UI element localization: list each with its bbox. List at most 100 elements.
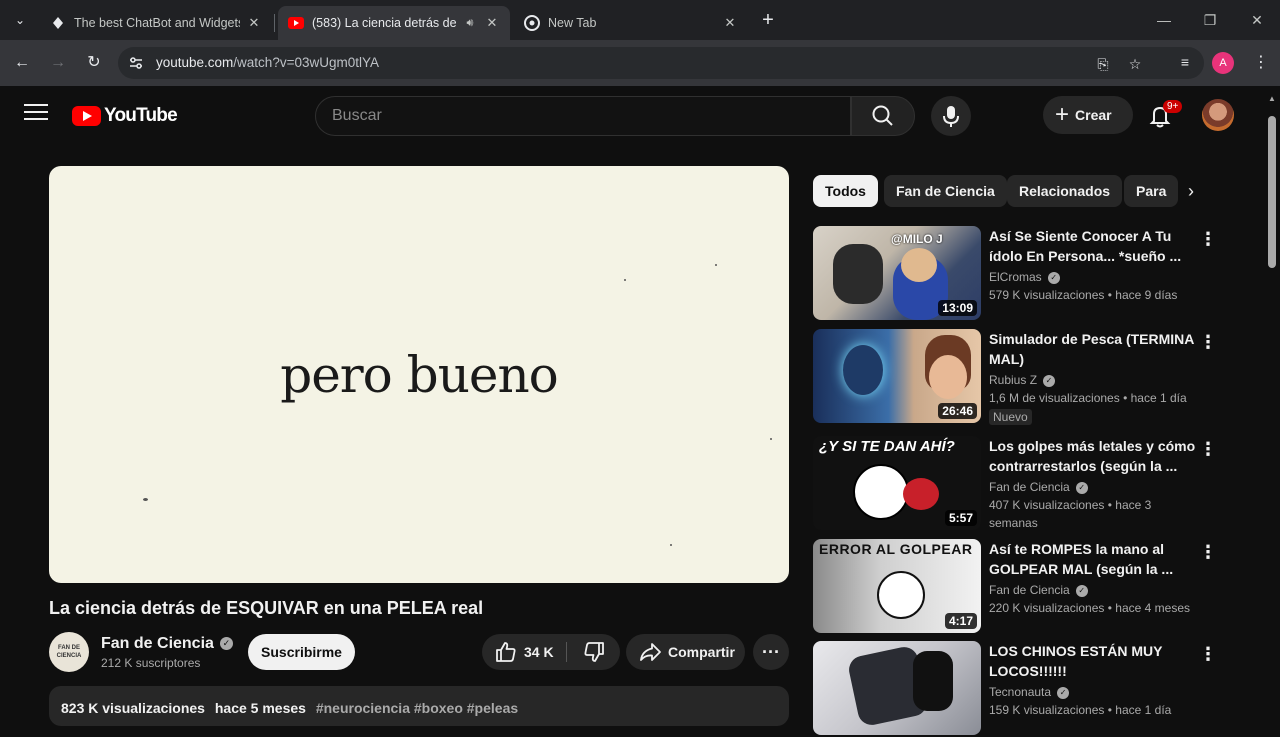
verified-check-icon: ✓	[1043, 374, 1056, 387]
frame-speck	[143, 498, 148, 501]
channel-text: Fan de Ciencia	[989, 583, 1070, 597]
recommendation-title[interactable]: LOS CHINOS ESTÁN MUY LOCOS!!!!!!	[989, 641, 1197, 681]
tab-close-icon[interactable]: ✕	[722, 15, 738, 31]
channel-name[interactable]: Fan de Ciencia ✓	[101, 635, 233, 653]
browser-tab[interactable]: New Tab ✕	[514, 6, 748, 40]
reload-icon[interactable]: ↻	[82, 51, 106, 75]
user-avatar[interactable]	[1202, 99, 1234, 131]
restore-icon[interactable]: ❐	[1198, 8, 1222, 32]
recommendation-item[interactable]: ERROR AL GOLPEAR 4:17 Así te ROMPES la m…	[813, 539, 1218, 635]
hashtags[interactable]: #neurociencia #boxeo #peleas	[316, 700, 518, 716]
recommendation-title[interactable]: Así Se Siente Conocer A Tu ídolo En Pers…	[989, 226, 1197, 266]
video-thumbnail[interactable]: ¿Y SI TE DAN AHÍ? 5:57	[813, 436, 981, 530]
chip-para[interactable]: Para	[1124, 175, 1179, 207]
tab-title: The best ChatBot and Widgets	[74, 16, 240, 30]
channel-name-text: Fan de Ciencia	[101, 635, 214, 652]
new-badge: Nuevo	[989, 409, 1032, 425]
voice-search-button[interactable]	[931, 96, 971, 136]
frame-speck	[670, 544, 672, 546]
site-info-icon[interactable]	[128, 55, 144, 71]
install-app-icon[interactable]: ⎘	[1094, 55, 1112, 73]
video-thumbnail[interactable]: ERROR AL GOLPEAR 4:17	[813, 539, 981, 633]
recommendation-title[interactable]: Así te ROMPES la mano al GOLPEAR MAL (se…	[989, 539, 1197, 579]
more-vert-icon[interactable]: ⋮	[1199, 438, 1217, 460]
chip-todos[interactable]: Todos	[813, 175, 878, 207]
video-thumbnail[interactable]: 26:46	[813, 329, 981, 423]
views-text: 159 K visualizaciones	[989, 703, 1105, 717]
age-text: hace 9 días	[1115, 288, 1178, 302]
bookmark-star-icon[interactable]: ☆	[1126, 55, 1144, 73]
url-path: /watch?v=03wUgm0tlYA	[233, 55, 379, 70]
scroll-up-icon[interactable]: ▲	[1268, 94, 1276, 103]
subscribe-button[interactable]: Suscribirme	[248, 634, 355, 670]
verified-check-icon: ✓	[1075, 584, 1088, 597]
close-window-icon[interactable]: ✕	[1245, 8, 1269, 32]
frame-speck	[624, 279, 626, 281]
dislike-button[interactable]	[567, 634, 620, 670]
new-tab-button[interactable]: +	[758, 10, 778, 30]
recommendation-item[interactable]: @MILO J 13:09 Así Se Siente Conocer A Tu…	[813, 226, 1218, 322]
back-icon[interactable]: ←	[10, 51, 34, 75]
minimize-icon[interactable]: —	[1152, 8, 1176, 32]
recommendation-title[interactable]: Los golpes más letales y cómo contrarres…	[989, 436, 1197, 476]
youtube-logo[interactable]: YouTube	[72, 105, 178, 127]
more-vert-icon[interactable]: ⋮	[1199, 541, 1217, 563]
recommendation-channel[interactable]: Rubius Z ✓	[989, 371, 1197, 389]
age-text: hace 1 día	[1115, 703, 1172, 717]
recommendation-meta: 220 K visualizaciones • hace 4 meses	[989, 601, 1190, 615]
recommendation-channel[interactable]: Tecnonauta ✓	[989, 683, 1197, 701]
video-thumbnail[interactable]: @MILO J 13:09	[813, 226, 981, 320]
chip-fan-de-ciencia[interactable]: Fan de Ciencia	[884, 175, 1007, 207]
search-icon	[872, 105, 893, 126]
media-controls-icon[interactable]: ≡	[1176, 53, 1194, 71]
channel-text: Rubius Z	[989, 373, 1038, 387]
page-scrollbar[interactable]: ▲	[1264, 86, 1280, 720]
tab-close-icon[interactable]: ✕	[246, 15, 262, 31]
channel-avatar[interactable]: FAN DE CIENCIA	[49, 632, 89, 672]
video-duration: 5:57	[944, 510, 977, 526]
tab-search-button[interactable]: ⌄	[8, 8, 32, 32]
browser-profile-avatar[interactable]: A	[1212, 52, 1234, 74]
recommendation-meta: 579 K visualizaciones • hace 9 días	[989, 288, 1178, 302]
share-icon	[640, 643, 661, 661]
recommendation-item[interactable]: LOS CHINOS ESTÁN MUY LOCOS!!!!!! Tecnona…	[813, 641, 1218, 737]
url-text: youtube.com/watch?v=03wUgm0tlYA	[156, 55, 379, 70]
browser-tab[interactable]: The best ChatBot and Widgets ✕	[40, 6, 272, 40]
more-vert-icon[interactable]: ⋮	[1199, 643, 1217, 665]
recommendation-item[interactable]: ¿Y SI TE DAN AHÍ? 5:57 Los golpes más le…	[813, 436, 1218, 532]
tab-close-icon[interactable]: ✕	[484, 15, 500, 31]
description-box[interactable]: 823 K visualizaciones hace 5 meses #neur…	[49, 686, 789, 726]
like-count: 34 K	[524, 644, 554, 660]
search-input[interactable]	[316, 97, 850, 135]
tab-title: New Tab	[548, 16, 597, 30]
scrollbar-thumb[interactable]	[1268, 116, 1276, 268]
share-button[interactable]: Compartir	[626, 634, 745, 670]
like-button[interactable]: 34 K	[482, 634, 566, 670]
recommendation-item[interactable]: 26:46 Simulador de Pesca (TERMINA MAL) R…	[813, 329, 1218, 425]
video-duration: 13:09	[938, 300, 977, 316]
recommendation-title[interactable]: Simulador de Pesca (TERMINA MAL)	[989, 329, 1197, 369]
address-bar[interactable]: youtube.com/watch?v=03wUgm0tlYA ⎘ ☆	[118, 47, 1204, 79]
forward-icon[interactable]: →	[46, 51, 70, 75]
recommendation-channel[interactable]: Fan de Ciencia ✓	[989, 581, 1197, 599]
more-actions-button[interactable]: ···	[753, 634, 789, 670]
recommendation-channel[interactable]: Fan de Ciencia ✓	[989, 478, 1197, 496]
chip-relacionados[interactable]: Relacionados	[1007, 175, 1123, 207]
menu-icon[interactable]	[24, 104, 48, 124]
video-thumbnail[interactable]	[813, 641, 981, 735]
share-label: Compartir	[668, 644, 735, 660]
create-button[interactable]: + Crear	[1043, 96, 1133, 134]
more-vert-icon[interactable]: ⋮	[1199, 228, 1217, 250]
browser-tab-active[interactable]: (583) La ciencia detrás de E 🔊︎ ✕	[278, 6, 510, 40]
search-box	[315, 96, 851, 136]
video-frame-caption: pero bueno	[280, 346, 559, 404]
browser-menu-icon[interactable]: ⋮	[1252, 52, 1270, 74]
video-duration: 4:17	[944, 613, 977, 629]
views-text: 579 K visualizaciones	[989, 288, 1105, 302]
chevron-right-icon[interactable]: ›	[1180, 180, 1202, 202]
recommendation-channel[interactable]: ElCromas ✓	[989, 268, 1197, 286]
search-button[interactable]	[851, 96, 915, 136]
more-vert-icon[interactable]: ⋮	[1199, 331, 1217, 353]
speaker-icon[interactable]: 🔊︎	[462, 15, 478, 31]
video-player[interactable]: pero bueno	[49, 166, 789, 583]
